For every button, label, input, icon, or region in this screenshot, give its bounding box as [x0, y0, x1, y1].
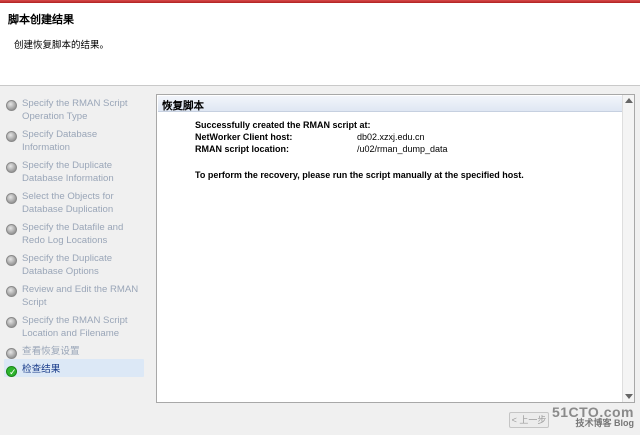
page-subtitle: 创建恢复脚本的结果。 [14, 40, 110, 51]
step-duplicate-database-information[interactable]: Specify the Duplicate Database Informati… [4, 155, 144, 186]
host-value: db02.xzxj.edu.cn [357, 132, 425, 142]
scroll-down-icon[interactable] [625, 394, 633, 399]
step-operation-type[interactable]: Specify the RMAN Script Operation Type [4, 93, 144, 124]
step-check-results[interactable]: ✓ 检查结果 [4, 359, 144, 377]
host-label: NetWorker Client host: [195, 132, 293, 142]
watermark-site: 51CTO.com [551, 404, 634, 420]
location-row: RMAN script location: /u02/rman_dump_dat… [195, 143, 524, 155]
step-label: Review and Edit the RMAN Script [22, 284, 139, 308]
step-pending-icon [6, 255, 17, 266]
watermark: 51CTO.com 技术博客 Blog [551, 404, 634, 429]
location-value: /u02/rman_dump_data [357, 144, 448, 154]
step-review-script[interactable]: Review and Edit the RMAN Script [4, 279, 144, 310]
page-title: 脚本创建结果 [8, 14, 74, 26]
success-message: Successfully created the RMAN script at: [195, 120, 371, 130]
step-label: Specify the Datafile and Redo Log Locati… [22, 222, 124, 246]
step-duplicate-database-options[interactable]: Specify the Duplicate Database Options [4, 248, 144, 279]
step-label: Specify Database Information [22, 129, 98, 153]
step-pending-icon [6, 193, 17, 204]
page-header: 脚本创建结果 创建恢复脚本的结果。 [0, 3, 640, 86]
panel-title: 恢复脚本 [162, 100, 204, 112]
check-icon: ✓ [6, 366, 17, 377]
step-pending-icon [6, 348, 17, 359]
step-label: 查看恢复设置 [22, 346, 80, 357]
step-label: Specify the Duplicate Database Informati… [22, 160, 114, 184]
wizard-steps: Specify the RMAN Script Operation Type S… [4, 93, 144, 377]
location-label: RMAN script location: [195, 144, 290, 154]
step-review-settings[interactable]: 查看恢复设置 [4, 341, 144, 359]
step-label: Select the Objects for Database Duplicat… [22, 191, 114, 215]
step-pending-icon [6, 131, 17, 142]
step-label: 检查结果 [22, 364, 61, 375]
back-button[interactable]: < 上一步 [509, 412, 549, 428]
step-pending-icon [6, 317, 17, 328]
scroll-up-icon[interactable] [625, 98, 633, 103]
step-datafile-locations[interactable]: Specify the Datafile and Redo Log Locati… [4, 217, 144, 248]
step-label: Specify the Duplicate Database Options [22, 253, 113, 277]
recovery-script-panel: 恢复脚本 Successfully created the RMAN scrip… [156, 94, 635, 403]
step-script-location[interactable]: Specify the RMAN Script Location and Fil… [4, 310, 144, 341]
step-label: Specify the RMAN Script Location and Fil… [22, 315, 128, 339]
panel-header: 恢复脚本 [158, 96, 622, 112]
step-select-objects[interactable]: Select the Objects for Database Duplicat… [4, 186, 144, 217]
instruction-text: To perform the recovery, please run the … [195, 170, 524, 180]
step-pending-icon [6, 162, 17, 173]
step-pending-icon [6, 286, 17, 297]
panel-body: Successfully created the RMAN script at:… [195, 119, 524, 181]
step-label: Specify the RMAN Script Operation Type [22, 98, 128, 122]
step-pending-icon [6, 100, 17, 111]
host-row: NetWorker Client host: db02.xzxj.edu.cn [195, 131, 524, 143]
step-pending-icon [6, 224, 17, 235]
vertical-scrollbar[interactable] [622, 95, 634, 402]
step-database-information[interactable]: Specify Database Information [4, 124, 144, 155]
